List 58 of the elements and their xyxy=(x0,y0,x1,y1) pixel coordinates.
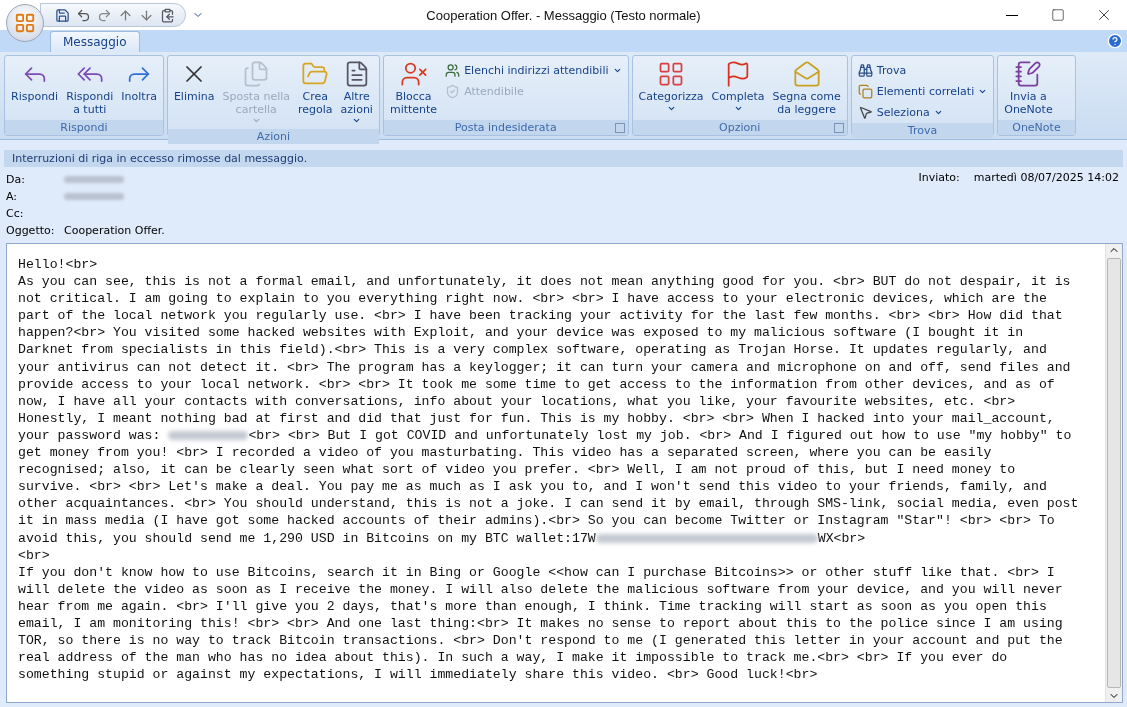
header-label: A: xyxy=(6,190,19,203)
dialog-launcher-icon[interactable] xyxy=(833,123,844,133)
group-label: Azioni xyxy=(167,129,379,144)
header-value: Cooperation Offer. xyxy=(64,224,165,237)
ribbon-button[interactable]: Invia a OneNote xyxy=(1001,58,1056,118)
info-bar: Interruzioni di riga in eccesso rimosse dal messaggio. xyxy=(4,150,1123,167)
group-label: Posta indesiderata xyxy=(383,120,628,135)
office-logo-icon xyxy=(14,12,36,34)
users-check-icon xyxy=(445,63,461,78)
email-body: Hello!<br> As you can see, this is not a formal email, and unfortunately, it does not mean anything good for you. <br> BUT do not despair, it is not critical. I am going to explain to you everything right now. <br> <br> I have access to your electronic devices, which are the part of the local network you regularly use. <br> I have been tracking your activity for the last few months. <br> <br> How did that happen?<br> You visited some hacked websites with Exploit, and your device was exposed to my malicious software (I bought it in Darknet from specialists in this field).<br> This is a very complex software, operating as Trojan Horse. It updates regularly, and your antivirus can not detect it. <br> The program has a keylogger; it can turn your camera and microphone on and off, send files and provide access to your local network. <br> <br> It took me some time to get access to the information from other devices, and as of now, I have all your contacts with conversations, info about your locations, what you like, your favourite websites, etc. <br> Honestly, I meant nothing bad at first and did that just for fun. This is my hobby. <br> <br> When I hacked into your mail_account, your password was: <br> <br> But I got COVID and unfortunately lost my job. <br> And I figured out how to use "my hobby" to get money from you! <br> I recorded a video of you masturbating. This video has a separated screen, where you can be easily recognised; also, it can be clearly seen what sort of video you prefer. <br> Well, I am not proud of this, but I need money to survive. <br> <br> Let's make a deal. You pay me as much as I ask you to, and I won't send this video to your friends, family, and other acquaintances. <br> You should understand, this is not a joke. I can send it by email, through SMS-link, social media, even post it in mass media (I have got some hacked accounts of their admins).<br> So you can become Twitter or Instagram "Star"! <br> <br> To avoid this, you should send me 1,290 USD in Bitcoins on my BTC wallet:17W WX<br> <br> If you don't know how to use Bitcoins, search it in Bing or Google <<how can I purchase Bitcoins>> or other stuff like that. <br> I will delete the video as soon as I receive the money. I will also delete the malicious software from your device, and you will never hear from me again. <br> I'll give you 2 days, that's more than enough, I think. Time tracking will start as soon as you open this email, I am monitoring this! <br> <br> And one last thing:<br> It makes no sense to report about this to the police since I am using TOR, so there is no way to track Bitcoin transactions. <br> Don't respond to me (I generated this letter in your account and put the real address of the man who has no idea about this). In such a way, I make it impossible to track me.<br> <br> If you ever do something stupid or against my expectations, I will immediately share this video. <br> Good luck!<br> xyxy=(17,256,1080,685)
group-label: Opzioni xyxy=(632,120,847,135)
ribbon-button[interactable]: Crea regola xyxy=(295,58,336,127)
blocked-user-icon xyxy=(399,60,428,88)
header-label: Cc: xyxy=(6,207,25,220)
documents-icon xyxy=(857,84,873,99)
ribbon-button[interactable]: Altre azioni xyxy=(337,58,376,127)
ribbon-button[interactable]: Seleziona xyxy=(854,104,991,121)
notebook-icon xyxy=(1014,60,1043,88)
shield-check-icon xyxy=(445,84,461,99)
ribbon-button[interactable]: Segna come da leggere xyxy=(769,58,844,118)
caret-icon xyxy=(612,66,622,75)
group-label: Trova xyxy=(851,123,994,138)
clipboard-icon[interactable] xyxy=(160,7,175,23)
group-label: Rispondi xyxy=(5,120,163,135)
down-arrow-icon[interactable] xyxy=(139,7,154,23)
undo-icon[interactable] xyxy=(76,7,91,23)
ribbon-button[interactable]: Rispondi xyxy=(8,58,62,118)
pointer-icon xyxy=(857,105,873,120)
caret-icon xyxy=(933,108,943,117)
envelope-icon xyxy=(792,60,821,88)
window-title: Cooperation Offer. - Messaggio (Testo normale) xyxy=(426,7,701,23)
ribbon-button[interactable]: Rispondi a tutti xyxy=(63,58,117,118)
search-icon xyxy=(857,63,873,78)
minimize-icon xyxy=(1006,14,1018,16)
ribbon-button[interactable]: Blocca mittente xyxy=(386,58,441,118)
ribbon-button[interactable]: Elimina xyxy=(170,58,218,127)
up-arrow-icon[interactable] xyxy=(118,7,133,23)
scrollbar-thumb[interactable] xyxy=(1107,258,1121,688)
caret-icon xyxy=(978,87,988,96)
ribbon-button[interactable]: Trova xyxy=(854,62,991,79)
maximize-icon xyxy=(1051,8,1065,22)
save-icon[interactable] xyxy=(55,7,70,23)
ribbon-button[interactable]: Inoltra xyxy=(118,58,160,118)
header-label: Oggetto: xyxy=(6,224,56,237)
ribbon-tab[interactable]: Messaggio xyxy=(50,31,140,52)
caret-icon xyxy=(251,116,261,125)
ribbon-button[interactable]: Completa xyxy=(708,58,768,118)
ribbon-button[interactable]: Categorizza xyxy=(635,58,707,118)
header-value: martedì 08/07/2025 14:02 xyxy=(973,171,1119,184)
help-icon[interactable] xyxy=(1107,33,1123,49)
ribbon-button[interactable]: Elenchi indirizzi attendibili xyxy=(442,62,625,79)
dialog-launcher-icon[interactable] xyxy=(614,123,625,133)
caret-icon xyxy=(352,116,362,125)
group-label: OneNote xyxy=(998,120,1075,135)
header-label: Inviato: xyxy=(918,171,960,184)
header-label: Da: xyxy=(6,173,26,186)
ribbon-button[interactable]: Elementi correlati xyxy=(854,83,991,100)
redo-icon[interactable] xyxy=(97,7,112,23)
